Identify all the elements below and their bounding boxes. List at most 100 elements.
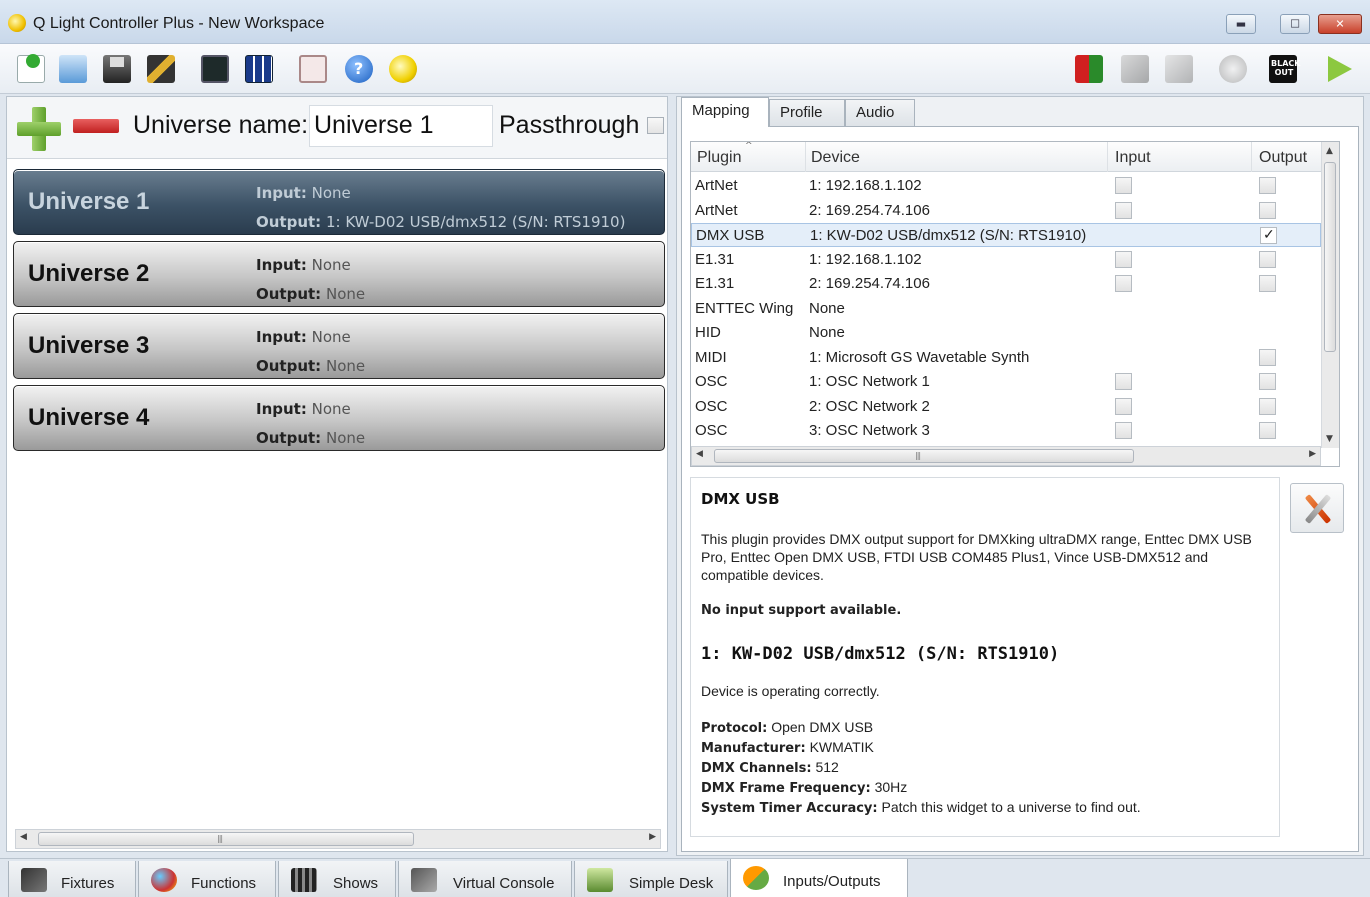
output-value: None <box>325 429 366 447</box>
column-device[interactable]: Device <box>811 149 860 167</box>
scroll-right-icon[interactable]: ▶ <box>1309 449 1316 459</box>
plugin-cell: ENTTEC Wing <box>695 299 794 317</box>
scroll-left-icon[interactable]: ◀ <box>20 832 27 842</box>
output-label: Output: <box>256 357 322 375</box>
tab-audio[interactable]: Audio <box>845 99 915 127</box>
column-output[interactable]: Output <box>1259 149 1307 167</box>
output-checkbox[interactable] <box>1260 226 1277 244</box>
plugin-cell: OSC <box>695 422 728 439</box>
output-checkbox[interactable] <box>1259 373 1276 390</box>
stop-all-button[interactable] <box>1216 52 1250 86</box>
close-button[interactable]: ✕ <box>1318 14 1362 34</box>
table-row[interactable]: DMX USB 1: KW-D02 USB/dmx512 (S/N: RTS191… <box>691 223 1321 247</box>
configure-plugin-button[interactable] <box>1290 483 1344 533</box>
save-workspace-button[interactable] <box>100 52 134 86</box>
tab-simple-desk[interactable]: Simple Desk <box>574 861 728 897</box>
monitor-button[interactable] <box>242 52 276 86</box>
table-row[interactable]: MIDI 1: Microsoft GS Wavetable Synth <box>691 346 1321 370</box>
input-checkbox[interactable] <box>1115 373 1132 390</box>
input-checkbox[interactable] <box>1115 177 1132 194</box>
input-checkbox[interactable] <box>1115 422 1132 439</box>
output-checkbox[interactable] <box>1259 348 1276 366</box>
scroll-left-icon[interactable]: ◀ <box>696 449 703 459</box>
fullscreen-button[interactable] <box>296 52 330 86</box>
save-label-area <box>110 57 124 67</box>
scrollbar-thumb[interactable] <box>1324 162 1336 352</box>
table-row[interactable]: E1.31 1: 192.168.1.102 <box>691 248 1321 272</box>
table-row[interactable]: ArtNet 1: 192.168.1.102 <box>691 174 1321 198</box>
monitor-off-button[interactable] <box>1118 52 1152 86</box>
scrollbar-thumb[interactable]: ||| <box>714 449 1134 463</box>
dmx-dump-button[interactable] <box>198 52 232 86</box>
operate-mode-button[interactable] <box>1322 52 1356 86</box>
table-horizontal-scrollbar[interactable]: ◀ ||| ▶ <box>691 446 1321 466</box>
address-tool-icon <box>147 55 175 83</box>
live-edit-button[interactable] <box>1072 52 1106 86</box>
universe-input: Input: None <box>256 400 351 418</box>
table-row[interactable]: HID None <box>691 321 1321 345</box>
property-value: 30Hz <box>874 779 908 795</box>
output-checkbox[interactable] <box>1259 250 1276 268</box>
property-key: DMX Frame Frequency: <box>701 781 871 796</box>
about-button[interactable] <box>386 52 420 86</box>
scroll-up-icon[interactable]: ▲ <box>1326 146 1333 156</box>
passthrough-checkbox[interactable] <box>647 117 664 134</box>
universe-name-input[interactable]: Universe 1 <box>309 105 493 147</box>
minimize-button[interactable]: ▬ <box>1226 14 1256 34</box>
output-checkbox[interactable] <box>1259 177 1276 194</box>
device-cell: 1: OSC Network 1 <box>809 373 930 390</box>
output-checkbox[interactable] <box>1259 201 1276 219</box>
input-checkbox[interactable] <box>1115 397 1132 415</box>
input-checkbox[interactable] <box>1115 250 1132 268</box>
main-toolbar: ? BLACK OUT <box>0 44 1370 94</box>
add-universe-button[interactable] <box>17 107 61 151</box>
blackout-button[interactable]: BLACK OUT <box>1266 52 1300 86</box>
universes-horizontal-scrollbar[interactable]: ◀ ||| ▶ <box>15 829 661 849</box>
table-row[interactable]: OSC 1: OSC Network 1 <box>691 370 1321 394</box>
stop-all-icon <box>1219 55 1247 83</box>
table-vertical-scrollbar[interactable]: ▲ ▼ <box>1321 142 1339 448</box>
column-plugin[interactable]: Plugin <box>697 149 741 167</box>
table-row[interactable]: ENTTEC Wing None <box>691 297 1321 321</box>
tab-inputs-outputs[interactable]: Inputs/Outputs <box>730 859 908 897</box>
remove-universe-button[interactable] <box>73 119 119 133</box>
input-checkbox[interactable] <box>1115 201 1132 219</box>
scroll-right-icon[interactable]: ▶ <box>649 832 656 842</box>
tab-shows[interactable]: Shows <box>278 861 396 897</box>
device-cell: 2: OSC Network 2 <box>809 397 930 415</box>
universe-item-4[interactable]: Universe 4 Input: None Output: None <box>13 385 665 451</box>
output-checkbox[interactable] <box>1259 275 1276 292</box>
device-status: Device is operating correctly. <box>701 683 880 699</box>
tab-profile[interactable]: Profile <box>769 99 845 127</box>
universe-output: Output: None <box>256 357 365 375</box>
maximize-button[interactable]: ☐ <box>1280 14 1310 34</box>
plugin-mapping-table[interactable]: Plugin ^ Device Input Output ArtNet 1: 19… <box>690 141 1340 467</box>
universe-item-3[interactable]: Universe 3 Input: None Output: None <box>13 313 665 379</box>
tab-mapping[interactable]: Mapping <box>681 97 769 127</box>
tab-fixtures[interactable]: Fixtures <box>8 861 136 897</box>
device-cell: None <box>809 324 845 341</box>
device-cell: 1: 192.168.1.102 <box>809 177 922 194</box>
table-row[interactable]: OSC 2: OSC Network 2 <box>691 395 1321 419</box>
open-workspace-button[interactable] <box>56 52 90 86</box>
new-workspace-button[interactable] <box>14 52 48 86</box>
device-cell: 1: KW-D02 USB/dmx512 (S/N: RTS1910) <box>810 227 1087 244</box>
scrollbar-thumb[interactable]: ||| <box>38 832 414 846</box>
column-input[interactable]: Input <box>1115 149 1151 167</box>
output-checkbox[interactable] <box>1259 422 1276 439</box>
universe-item-2[interactable]: Universe 2 Input: None Output: None <box>13 241 665 307</box>
universe-input: Input: None <box>256 184 351 202</box>
output-checkbox[interactable] <box>1259 397 1276 415</box>
tab-functions[interactable]: Functions <box>138 861 276 897</box>
table-row[interactable]: ArtNet 2: 169.254.74.106 <box>691 199 1321 223</box>
table-row[interactable]: E1.31 2: 169.254.74.106 <box>691 272 1321 296</box>
table-row[interactable]: OSC 3: OSC Network 3 <box>691 419 1321 443</box>
sort-ascending-icon: ^ <box>745 141 753 151</box>
scroll-down-icon[interactable]: ▼ <box>1326 434 1333 444</box>
universe-item-1[interactable]: Universe 1 Input: None Output: 1: KW-D02… <box>13 169 665 235</box>
address-tool-button[interactable] <box>144 52 178 86</box>
input-checkbox[interactable] <box>1115 275 1132 292</box>
design-mode-button[interactable] <box>1162 52 1196 86</box>
help-button[interactable]: ? <box>342 52 376 86</box>
tab-virtual-console[interactable]: Virtual Console <box>398 861 572 897</box>
